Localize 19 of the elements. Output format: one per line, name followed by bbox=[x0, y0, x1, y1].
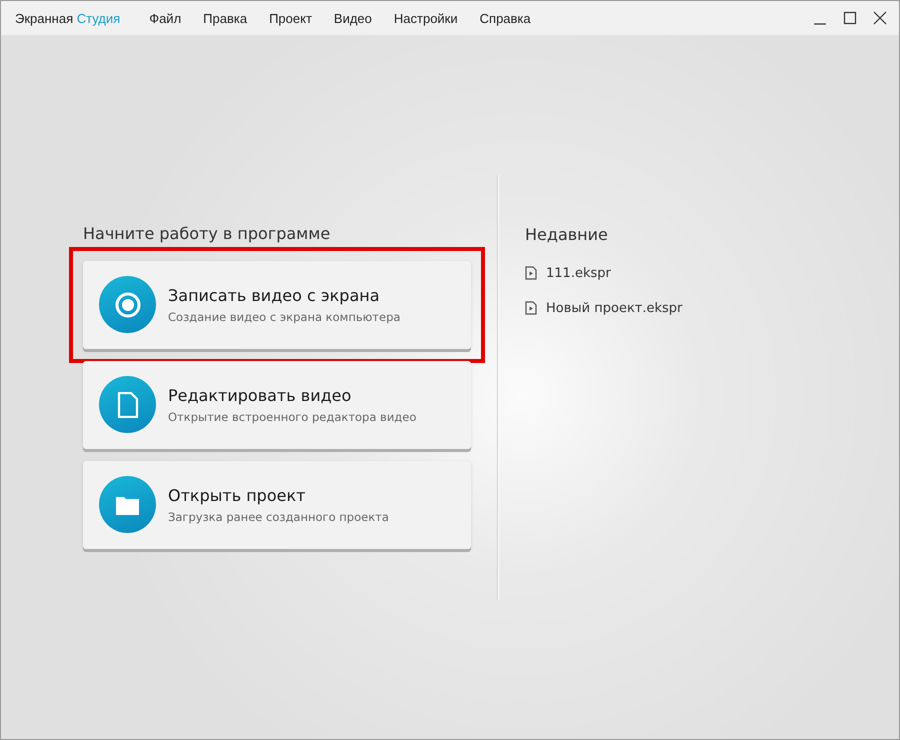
minimize-icon bbox=[814, 23, 826, 25]
app-title: Экранная Студия bbox=[15, 10, 120, 26]
action-card[interactable]: Записать видео с экрана Создание видео с экрана компьютера bbox=[83, 260, 471, 348]
menu-item[interactable]: Справка bbox=[468, 6, 542, 30]
menu-item[interactable]: Видео bbox=[322, 6, 383, 30]
menu-item[interactable]: Файл bbox=[138, 6, 192, 30]
video-file-icon bbox=[525, 301, 537, 315]
action-card[interactable]: Редактировать видео Открытие встроенного редактора видео bbox=[83, 360, 471, 448]
recent-file-link[interactable]: 111.ekspr bbox=[525, 266, 611, 280]
close-icon bbox=[873, 11, 887, 25]
menu-item[interactable]: Правка bbox=[192, 6, 258, 30]
menu-item[interactable]: Настройки bbox=[382, 6, 469, 30]
section-heading: Недавние bbox=[525, 224, 609, 244]
recent-file-link[interactable]: Новый проект.ekspr bbox=[525, 300, 682, 316]
video-file-icon bbox=[525, 266, 537, 280]
action-card[interactable]: Открыть проект Загрузка ранее созданного проекта bbox=[83, 460, 471, 548]
maximize-icon bbox=[843, 11, 857, 25]
section-heading: Начните работу в программе bbox=[83, 224, 332, 242]
menu-item[interactable]: Проект bbox=[258, 6, 323, 30]
